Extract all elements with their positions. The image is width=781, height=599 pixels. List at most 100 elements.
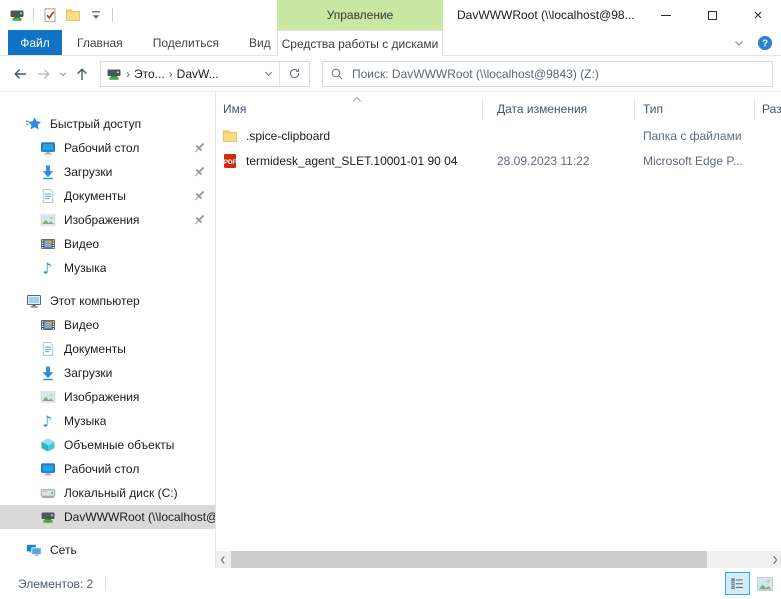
sidebar-item-music[interactable]: ♪Музыка bbox=[0, 256, 215, 280]
pictures-icon bbox=[40, 389, 56, 405]
column-header-size[interactable]: Разм bbox=[755, 98, 781, 120]
qat-separator bbox=[112, 8, 113, 22]
contextual-tab-header[interactable]: Управление bbox=[277, 0, 443, 30]
up-button[interactable] bbox=[70, 62, 94, 86]
refresh-button[interactable] bbox=[279, 62, 309, 86]
explorer-body: Быстрый доступРабочий столЗагрузкиДокуме… bbox=[0, 92, 781, 568]
sidebar-item-label: Музыка bbox=[64, 261, 106, 275]
maximize-button[interactable] bbox=[689, 0, 735, 30]
thumbnails-view-button[interactable] bbox=[752, 572, 777, 595]
music-icon: ♪ bbox=[40, 413, 56, 429]
file-row[interactable]: PDFtermidesk_agent_SLET.10001-01 90 0428… bbox=[216, 148, 781, 173]
horizontal-scrollbar[interactable] bbox=[216, 551, 781, 568]
sidebar-item-network[interactable]: Сеть bbox=[0, 538, 215, 562]
sidebar-item-label: Рабочий стол bbox=[64, 462, 139, 476]
chevron-left-icon bbox=[219, 555, 227, 565]
address-bar[interactable]: ›Это...›DavW... bbox=[100, 61, 310, 87]
sidebar-item-desktop[interactable]: Рабочий стол bbox=[0, 136, 215, 160]
minimize-icon bbox=[661, 15, 671, 16]
sidebar-item-label: Загрузки bbox=[64, 165, 112, 179]
svg-text:?: ? bbox=[762, 39, 768, 50]
navigation-bar: ›Это...›DavW... bbox=[0, 56, 781, 92]
horizontal-scrollbar-thumb[interactable] bbox=[231, 551, 707, 568]
tab-0[interactable]: Главная bbox=[62, 30, 138, 55]
address-dropdown-button[interactable] bbox=[257, 62, 279, 86]
sidebar-item-label: Видео bbox=[64, 318, 99, 332]
this-pc-icon bbox=[26, 293, 42, 309]
breadcrumb-segment[interactable]: Это... bbox=[134, 67, 165, 81]
up-arrow-icon bbox=[74, 66, 90, 82]
sidebar-item-local-disk-c[interactable]: Локальный диск (C:) bbox=[0, 481, 215, 505]
sidebar-item-label: Музыка bbox=[64, 414, 106, 428]
sidebar-item-downloads[interactable]: Загрузки bbox=[0, 160, 215, 184]
close-icon: × bbox=[754, 8, 763, 23]
sort-ascending-icon bbox=[351, 92, 363, 106]
qat-app-button[interactable] bbox=[8, 6, 26, 24]
scroll-right-button[interactable] bbox=[768, 551, 781, 568]
recent-locations-button[interactable] bbox=[56, 62, 70, 86]
sidebar-section-network: Сеть bbox=[0, 538, 215, 562]
window-title: DavWWWRoot (\\localhost@98... bbox=[457, 0, 635, 30]
tab-file[interactable]: Файл bbox=[8, 30, 62, 55]
sidebar-item-video[interactable]: Видео bbox=[0, 313, 215, 337]
sidebar-item-this-pc[interactable]: Этот компьютер bbox=[0, 289, 215, 313]
qat-customize-button[interactable] bbox=[87, 6, 105, 24]
breadcrumb-segment[interactable]: DavW... bbox=[177, 67, 219, 81]
sidebar-item-desktop[interactable]: Рабочий стол bbox=[0, 457, 215, 481]
status-separator bbox=[105, 576, 106, 591]
back-arrow-icon bbox=[12, 66, 28, 82]
sidebar-item-pictures[interactable]: Изображения bbox=[0, 208, 215, 232]
sidebar-item-label: Загрузки bbox=[64, 366, 112, 380]
sidebar-item-documents[interactable]: Документы bbox=[0, 337, 215, 361]
back-button[interactable] bbox=[8, 62, 32, 86]
file-type-cell: Microsoft Edge P... bbox=[635, 154, 755, 168]
sidebar-section-this-pc: Этот компьютер Видео Документы Загрузки Изоб… bbox=[0, 289, 215, 529]
sidebar-item-pictures[interactable]: Изображения bbox=[0, 385, 215, 409]
qat-new-folder-button[interactable] bbox=[64, 6, 82, 24]
details-view-button[interactable] bbox=[725, 572, 750, 595]
file-explorer-window: Управление DavWWWRoot (\\localhost@98...… bbox=[0, 0, 781, 599]
column-header-label: Разм bbox=[762, 102, 781, 116]
title-bar: Управление DavWWWRoot (\\localhost@98...… bbox=[0, 0, 781, 30]
column-header-type[interactable]: Тип bbox=[635, 98, 755, 120]
column-header-label: Имя bbox=[223, 102, 246, 116]
search-input[interactable] bbox=[350, 66, 765, 82]
ribbon-tab-row: Файл ГлавнаяПоделитьсяВид Средства работ… bbox=[0, 30, 781, 56]
scroll-left-button[interactable] bbox=[216, 551, 229, 568]
sidebar-item-documents[interactable]: Документы bbox=[0, 184, 215, 208]
sidebar-item-davwwwroot[interactable]: DavWWWRoot (\\localhost@9 bbox=[0, 505, 215, 529]
file-row[interactable]: .spice-clipboardПапка с файлами bbox=[216, 123, 781, 148]
help-icon[interactable]: ? bbox=[757, 35, 773, 51]
tab-drive-tools[interactable]: Средства работы с дисками bbox=[277, 30, 443, 56]
folder-icon bbox=[65, 7, 81, 23]
properties-check-icon bbox=[42, 7, 58, 23]
search-box[interactable] bbox=[322, 61, 773, 87]
svg-text:PDF: PDF bbox=[224, 159, 237, 166]
forward-button[interactable] bbox=[32, 62, 56, 86]
column-header-name[interactable]: Имя bbox=[216, 98, 483, 120]
desktop-icon bbox=[40, 140, 56, 156]
file-name: .spice-clipboard bbox=[246, 129, 330, 143]
expand-ribbon-chevron-icon[interactable] bbox=[731, 35, 747, 51]
video-icon bbox=[40, 317, 56, 333]
sidebar-item-music[interactable]: ♪ Музыка bbox=[0, 409, 215, 433]
sidebar-item-quick-access[interactable]: Быстрый доступ bbox=[0, 112, 215, 136]
qat-properties-button[interactable] bbox=[41, 6, 59, 24]
network-drive-icon bbox=[9, 7, 25, 23]
breadcrumb: ›Это...›DavW... bbox=[101, 66, 257, 82]
details-view-icon bbox=[730, 576, 745, 591]
pin-icon bbox=[191, 188, 207, 204]
tab-1[interactable]: Поделиться bbox=[138, 30, 234, 55]
sidebar-item-video[interactable]: Видео bbox=[0, 232, 215, 256]
minimize-button[interactable] bbox=[643, 0, 689, 30]
chevron-right-icon bbox=[771, 555, 779, 565]
horizontal-scrollbar-track[interactable] bbox=[229, 551, 768, 568]
sidebar-item-label: Изображения bbox=[64, 390, 139, 404]
sidebar-item-3d-objects[interactable]: Объемные объекты bbox=[0, 433, 215, 457]
sidebar-item-downloads[interactable]: Загрузки bbox=[0, 361, 215, 385]
close-button[interactable]: × bbox=[735, 0, 781, 30]
column-header-date[interactable]: Дата изменения bbox=[483, 98, 635, 120]
sidebar-item-label: Этот компьютер bbox=[50, 294, 140, 308]
sidebar-item-label: Сеть bbox=[50, 543, 77, 557]
quick-access-star-icon bbox=[26, 116, 42, 132]
